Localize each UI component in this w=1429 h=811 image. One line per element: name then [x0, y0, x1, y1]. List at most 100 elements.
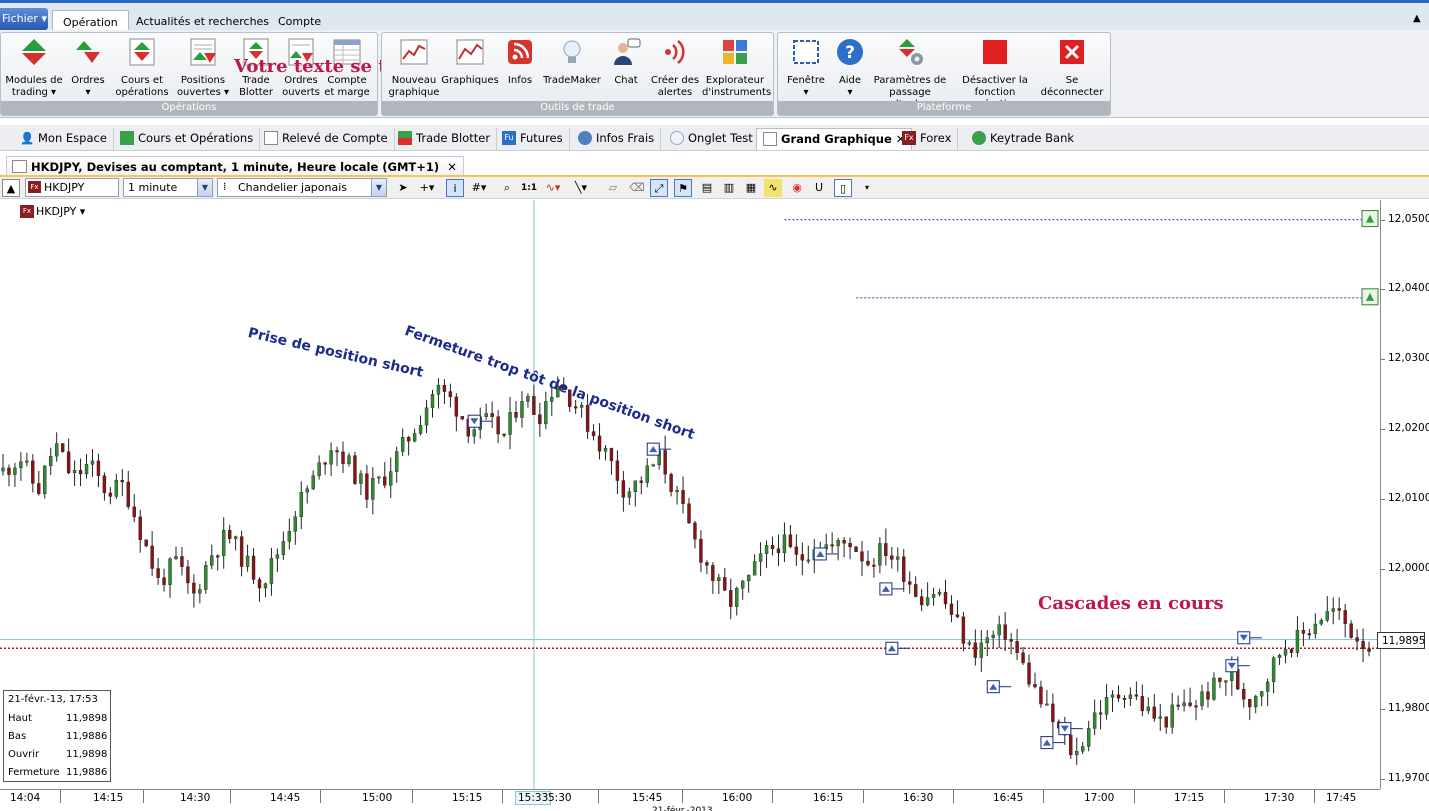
- highlight-icon[interactable]: ∿: [764, 179, 782, 197]
- page-icon[interactable]: ▯: [834, 179, 852, 197]
- fenetre-button[interactable]: Fenêtre ▾: [782, 37, 830, 99]
- eraser-icon[interactable]: ▱: [604, 179, 622, 197]
- candle-down: [848, 543, 852, 548]
- x-tick-label: 17:45: [1326, 792, 1357, 804]
- candle-down: [973, 642, 978, 658]
- candle-down: [1218, 677, 1222, 682]
- chart-document-tab[interactable]: HKDJPY, Devises au comptant, 1 minute, H…: [6, 156, 464, 176]
- candle-down: [96, 460, 101, 476]
- aide-button[interactable]: ? Aide ▾: [830, 37, 870, 99]
- label-l1: Chat: [614, 75, 638, 86]
- symbol-input[interactable]: Fx HKDJPY: [25, 178, 119, 197]
- line-tool-icon[interactable]: ╲▾: [572, 179, 590, 197]
- chart-style-select[interactable]: ⁞ Chandelier japonais ▼: [217, 178, 387, 197]
- more-icon[interactable]: ▾: [858, 179, 876, 197]
- candle-down: [902, 556, 906, 582]
- positions-ouvertes-button[interactable]: Positions ouvertes ▾: [175, 37, 231, 99]
- indicator-icon[interactable]: ∿▾: [544, 179, 562, 197]
- zoom-icon[interactable]: ⌕: [498, 179, 516, 197]
- tab-forex[interactable]: Fx Forex: [896, 128, 959, 150]
- candle-down: [460, 416, 465, 420]
- modules-trading-button[interactable]: Modules de trading ▾: [5, 37, 63, 99]
- se-deconnecter-button[interactable]: Se déconnecter: [1040, 37, 1104, 99]
- ordres-button[interactable]: Ordres ▾: [65, 37, 111, 99]
- y-tick-mark: [1381, 219, 1385, 221]
- crosshair-icon[interactable]: +▾: [418, 179, 436, 197]
- candle-down: [216, 555, 220, 558]
- collapse-icon[interactable]: ▲: [2, 179, 20, 197]
- tab-grand-graphique[interactable]: Grand Graphique ✕: [756, 128, 913, 150]
- y-tick-mark: [1381, 708, 1385, 710]
- price-axis[interactable]: 12,0500 12,0400 12,0300 12,0200 12,0100 12,00…: [1380, 200, 1429, 789]
- candle-down: [66, 451, 71, 474]
- candle-down: [597, 435, 602, 452]
- candlestick-chart[interactable]: [0, 200, 1380, 789]
- magnet-icon[interactable]: U: [810, 179, 828, 197]
- alert-icon[interactable]: ◉: [788, 179, 806, 197]
- print-icon[interactable]: ▤: [698, 179, 716, 197]
- candle-up: [233, 536, 238, 539]
- tab-futures[interactable]: Fu Futures: [496, 128, 570, 150]
- nouveau-graphique-button[interactable]: Nouveau graphique: [388, 37, 440, 99]
- tab-label: Forex: [920, 131, 952, 145]
- candle-down: [102, 475, 107, 494]
- zoom-reset-icon[interactable]: 1:1: [520, 179, 538, 197]
- file-menu-button[interactable]: Fichier ▾: [0, 8, 48, 30]
- candle-down: [406, 437, 411, 442]
- snap-icon[interactable]: ⚑: [674, 179, 692, 197]
- tab-releve-compte[interactable]: Relevé de Compte: [258, 128, 395, 150]
- time-axis[interactable]: 14:04 14:15 14:30 14:45 15:00 15:15 15:33 5:30 1…: [0, 789, 1380, 811]
- interval-select[interactable]: 1 minute ▼: [123, 178, 213, 197]
- candle-down: [854, 546, 858, 552]
- candle-down: [1021, 652, 1025, 664]
- candle-down: [1355, 637, 1359, 642]
- creer-alertes-button[interactable]: Créer des alertes: [648, 37, 702, 99]
- pointer-icon[interactable]: ➤: [394, 179, 412, 197]
- parametres-ordre-button[interactable]: Paramètres depassage d'ordre: [870, 37, 950, 111]
- candle-up: [645, 465, 649, 483]
- doc-tab-label: HKDJPY, Devises au comptant, 1 minute, H…: [31, 160, 440, 174]
- tab-cours-operations[interactable]: Cours et Opérations: [114, 128, 261, 150]
- candle-down: [150, 545, 154, 569]
- minimize-ribbon-icon[interactable]: ▲: [1413, 13, 1427, 27]
- candle-down: [144, 539, 148, 547]
- y-tick-label: 12,0500: [1388, 212, 1429, 225]
- tab-trade-blotter[interactable]: Trade Blotter: [392, 128, 498, 150]
- candle-up: [430, 394, 435, 408]
- tab-keytrade-bank[interactable]: Keytrade Bank: [966, 128, 1080, 150]
- candle-up: [13, 467, 17, 475]
- chart-area[interactable]: [0, 200, 1429, 811]
- explorateur-button[interactable]: Explorateur d'instruments: [702, 37, 771, 99]
- chat-button[interactable]: Chat: [606, 37, 646, 87]
- infos-button[interactable]: Infos: [502, 37, 538, 87]
- candle-up: [931, 594, 936, 598]
- group-label: Outils de trade: [382, 101, 773, 115]
- x-tick-separator: [1314, 790, 1315, 803]
- trademaker-button[interactable]: TradeMaker: [542, 37, 602, 87]
- futures-icon: Fu: [502, 131, 516, 145]
- candle-up: [651, 464, 655, 467]
- tab-infos-frais[interactable]: Infos Frais: [572, 128, 662, 150]
- candle-down: [770, 545, 775, 549]
- candle-down: [1122, 698, 1127, 700]
- chart-symbol-label[interactable]: Fx HKDJPY ▾: [20, 205, 85, 218]
- copy-icon[interactable]: ▥: [720, 179, 738, 197]
- grid-icon[interactable]: #▾: [470, 179, 488, 197]
- info-icon[interactable]: i: [446, 179, 464, 197]
- candle-up: [1075, 751, 1079, 756]
- symbol-value: HKDJPY: [44, 181, 85, 194]
- auto-scale-icon[interactable]: ⤢: [650, 179, 668, 197]
- erase-all-icon[interactable]: ⌫: [628, 179, 646, 197]
- chart-icon: [763, 132, 777, 146]
- tab-onglet-test[interactable]: Onglet Test: [664, 128, 760, 150]
- candle-down: [1164, 716, 1168, 728]
- export-icon[interactable]: ▦: [742, 179, 760, 197]
- graphiques-button[interactable]: Graphiques: [440, 37, 500, 87]
- candle-up: [520, 401, 524, 418]
- x-tick-separator: [320, 790, 321, 803]
- tab-mon-espace[interactable]: 👤 Mon Espace: [14, 128, 114, 150]
- x-tick-label: 14:04: [10, 792, 41, 804]
- cours-operations-button[interactable]: Cours etopérations ▾: [113, 37, 171, 111]
- close-doc-icon[interactable]: ✕: [447, 160, 457, 174]
- desactiver-operation-button[interactable]: Désactiver lafonction opération: [950, 37, 1040, 111]
